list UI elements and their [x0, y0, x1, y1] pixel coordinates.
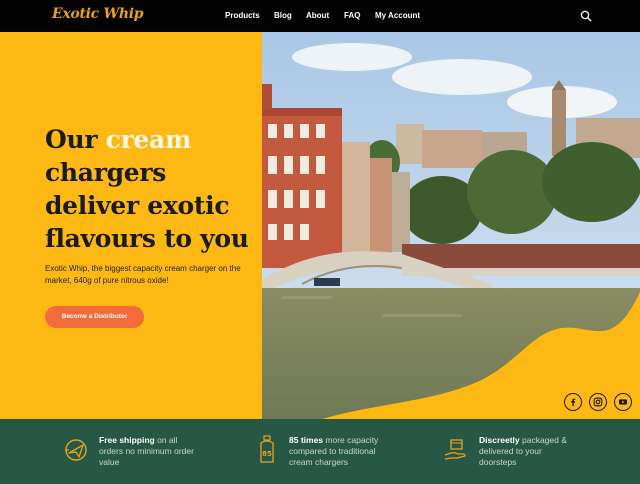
search-icon[interactable] [580, 10, 592, 22]
package-hand-icon [444, 439, 466, 460]
nav-links: Products Blog About FAQ My Account [0, 0, 640, 32]
top-navbar: Exotic Whip Products Blog About FAQ My A… [0, 0, 640, 32]
hero-subtitle: Exotic Whip, the biggest capacity cream … [45, 264, 241, 285]
hero-image-venice-canal [262, 32, 640, 419]
hero-headline-part2: chargers deliver exotic flavours to you [45, 158, 249, 253]
nav-link-about[interactable]: About [306, 11, 329, 20]
feature-free-shipping: Free shipping on all orders no minimum o… [99, 435, 194, 468]
youtube-icon[interactable] [614, 393, 632, 411]
venice-canal-illustration [262, 32, 640, 419]
feature-discreet-bold: Discreetly [479, 435, 520, 445]
feature-free-shipping-bold: Free shipping [99, 435, 155, 445]
hero-headline: Our cream chargers deliver exotic flavou… [45, 123, 260, 255]
become-distributor-button[interactable]: Become a Distributor [45, 306, 144, 328]
delivery-plane-icon [65, 439, 87, 461]
features-bar: Free shipping on all orders no minimum o… [0, 419, 640, 484]
instagram-icon[interactable] [589, 393, 607, 411]
nav-link-my-account[interactable]: My Account [375, 11, 420, 20]
hero-headline-highlight: cream [105, 125, 192, 154]
canister-icon: 85 [260, 435, 274, 463]
feature-capacity-bold: 85 times [289, 435, 324, 445]
nav-link-faq[interactable]: FAQ [344, 11, 360, 20]
feature-capacity: 85 times more capacity compared to tradi… [289, 435, 399, 468]
hero-headline-part1: Our [45, 125, 106, 154]
feature-discreet-delivery: Discreetly packaged & delivered to your … [479, 435, 579, 468]
canister-icon-label: 85 [262, 450, 272, 458]
facebook-icon[interactable] [564, 393, 582, 411]
nav-link-products[interactable]: Products [225, 11, 260, 20]
nav-link-blog[interactable]: Blog [274, 11, 292, 20]
